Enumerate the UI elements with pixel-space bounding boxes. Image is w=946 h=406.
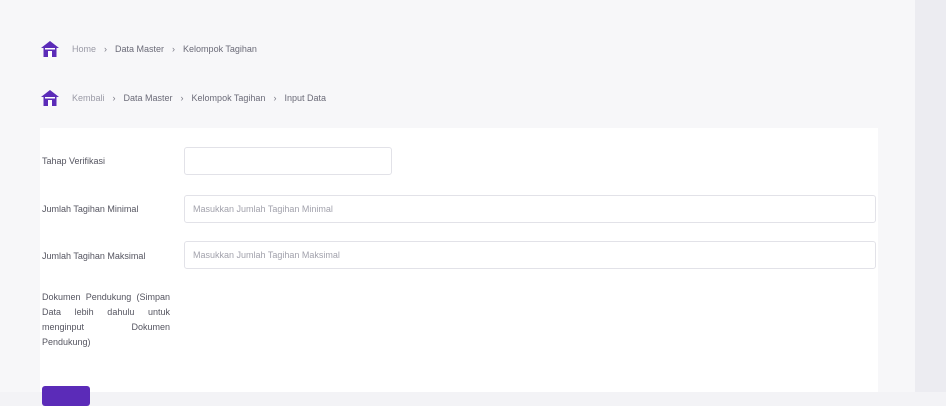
breadcrumb-separator: ›: [273, 93, 277, 103]
breadcrumb-separator: ›: [112, 93, 116, 103]
jumlah-min-label: Jumlah Tagihan Minimal: [42, 204, 139, 214]
jumlah-max-field[interactable]: [184, 241, 876, 269]
breadcrumb-kembali-link[interactable]: Kembali: [72, 93, 105, 103]
page-background: Home › Data Master › Kelompok Tagihan Ke…: [0, 0, 915, 406]
breadcrumb-home-link[interactable]: Home: [72, 44, 96, 54]
breadcrumb-data-master[interactable]: Data Master: [115, 44, 164, 54]
dokumen-pendukung-note: Dokumen Pendukung (Simpan Data lebih dah…: [42, 292, 170, 347]
tahap-verifikasi-field[interactable]: [184, 147, 392, 175]
jumlah-max-label: Jumlah Tagihan Maksimal: [42, 251, 146, 261]
home-icon[interactable]: [40, 40, 60, 58]
right-edge-panel: [915, 0, 946, 392]
form-card: Tahap Verifikasi Jumlah Tagihan Minimal …: [40, 128, 878, 406]
breadcrumb-separator: ›: [104, 44, 108, 54]
breadcrumb-bottom: Kembali › Data Master › Kelompok Tagihan…: [40, 89, 326, 107]
submit-button[interactable]: [42, 386, 90, 406]
home-icon[interactable]: [40, 89, 60, 107]
breadcrumb-kelompok-tagihan: Kelompok Tagihan: [183, 44, 257, 54]
breadcrumb-data-master[interactable]: Data Master: [124, 93, 173, 103]
breadcrumb-separator: ›: [180, 93, 184, 103]
breadcrumb-separator: ›: [172, 44, 176, 54]
jumlah-min-field[interactable]: [184, 195, 876, 223]
breadcrumb-input-data: Input Data: [284, 93, 326, 103]
breadcrumb-kelompok-tagihan[interactable]: Kelompok Tagihan: [192, 93, 266, 103]
tahap-verifikasi-label: Tahap Verifikasi: [42, 156, 106, 166]
breadcrumb-top: Home › Data Master › Kelompok Tagihan: [40, 40, 257, 58]
